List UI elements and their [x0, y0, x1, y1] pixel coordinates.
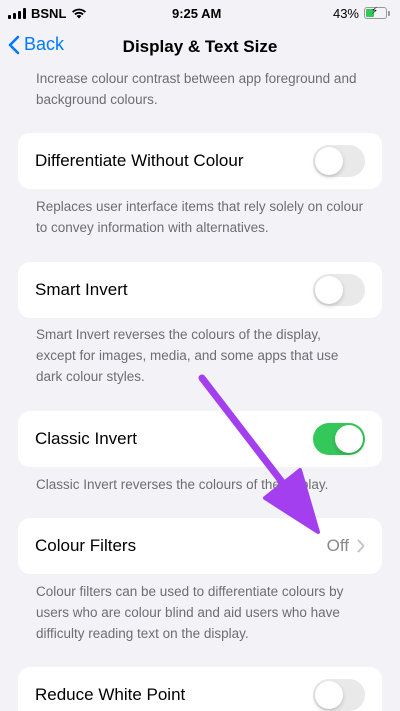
carrier-name: BSNL [31, 5, 67, 21]
navigation-bar: Back Display & Text Size [0, 26, 400, 68]
classic-invert-row[interactable]: Classic Invert [18, 411, 382, 467]
battery-percent: 43% [332, 5, 359, 21]
increase-contrast-footnote: Increase colour contrast between app for… [36, 71, 357, 107]
differentiate-without-colour-row[interactable]: Differentiate Without Colour [18, 133, 382, 189]
differentiate-without-colour-footnote: Replaces user interface items that rely … [36, 199, 364, 235]
differentiate-without-colour-label: Differentiate Without Colour [35, 151, 244, 170]
cellular-signal-icon [8, 7, 26, 19]
chevron-right-icon [357, 539, 365, 553]
colour-filters-footnote: Colour filters can be used to differenti… [36, 584, 344, 641]
page-title: Display & Text Size [122, 37, 278, 56]
back-button[interactable]: Back [8, 34, 64, 55]
classic-invert-footnote: Classic Invert reverses the colours of t… [36, 477, 329, 492]
status-right: 43% ⚡ [333, 6, 390, 21]
smart-invert-footnote: Smart Invert reverses the colours of the… [36, 327, 339, 384]
reduce-white-point-row[interactable]: Reduce White Point [18, 667, 382, 711]
smart-invert-toggle[interactable] [313, 274, 365, 306]
status-time: 9:25 AM [172, 5, 222, 21]
reduce-white-point-label: Reduce White Point [35, 685, 186, 704]
classic-invert-label: Classic Invert [35, 429, 138, 448]
chevron-left-icon [8, 35, 20, 54]
back-button-label: Back [24, 34, 65, 54]
battery-charging-icon: ⚡ [364, 6, 390, 19]
differentiate-without-colour-toggle[interactable] [313, 145, 365, 177]
colour-filters-value-group: Off [327, 536, 365, 556]
status-left: BSNL [8, 6, 87, 21]
smart-invert-row[interactable]: Smart Invert [18, 262, 382, 318]
colour-filters-value: Off [326, 536, 349, 555]
smart-invert-label: Smart Invert [35, 280, 128, 299]
classic-invert-toggle[interactable] [313, 423, 365, 455]
colour-filters-label: Colour Filters [35, 536, 137, 555]
status-bar: BSNL 9:25 AM 43% ⚡ [0, 0, 400, 26]
colour-filters-row[interactable]: Colour Filters Off [18, 518, 382, 574]
reduce-white-point-toggle[interactable] [313, 679, 365, 711]
wifi-icon [72, 8, 87, 19]
